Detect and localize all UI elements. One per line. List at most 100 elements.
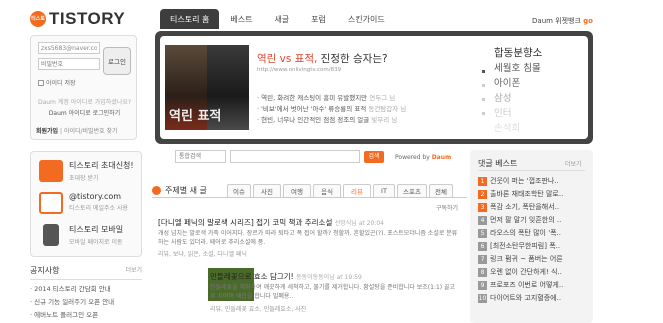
tab-divider: [152, 197, 467, 198]
ranking-item[interactable]: 10 다이어트와 고지혈증에..: [478, 293, 561, 303]
notice-item[interactable]: 신규 기능 일러주기 오픈 안내: [30, 296, 142, 306]
promo-sub: 모바일 페이지로 이동: [69, 239, 123, 246]
ranking-item[interactable]: 4 먼저 팔 말기 잊흔한의 ..: [478, 215, 561, 225]
promo-title: 티스토리 초대신청!: [69, 161, 134, 170]
comment-best-box: 댓글 베스트 더보기 1 건웃이 퍼는 '껍조판나.. 2 출바론 재태조학탄 말로…: [470, 150, 593, 323]
keyword-item[interactable]: 손석희: [494, 121, 580, 136]
article-tags[interactable]: 리뷰, 보냐, 읽은, 소설, 다니엘 페닉: [158, 250, 458, 259]
poster-text: 역린 표적: [169, 109, 222, 124]
id-input[interactable]: [38, 42, 100, 54]
login-box: 로그인 아이디 저장 Daum 계정 아이디로 가입하셨나요? Daum 아이디…: [30, 35, 137, 140]
topic-tab[interactable]: 사진: [253, 184, 281, 197]
feature-item[interactable]: 역린, 화려한 캐스팅이 흥미 유발했지만 연두그 님: [257, 93, 406, 104]
mail-link[interactable]: @tistory.com 티스토리 메일주소 사용: [39, 192, 128, 214]
topic-tab[interactable]: 음식: [313, 184, 341, 197]
remember-id-checkbox[interactable]: 아이디 저장: [38, 78, 76, 87]
daum-login-link[interactable]: Daum 아이디로 로그인하기: [35, 108, 134, 117]
promo-title: @tistory.com: [69, 192, 122, 201]
notice-more-link[interactable]: 더보기: [125, 265, 142, 276]
section-title: 주제별 새 글: [165, 186, 207, 195]
ranking-item[interactable]: 5 라오스의 폭탄 많이 '폭..: [478, 228, 561, 238]
ranking-item[interactable]: 6 [최전소탄무한피림] 폭..: [478, 241, 560, 251]
search-scope-select[interactable]: 통합검색: [175, 150, 226, 163]
tab-skin-guide[interactable]: 스킨가이드: [337, 9, 396, 29]
topic-tab[interactable]: 여행: [283, 184, 311, 197]
tistory-logo[interactable]: 티스토리 TISTORY: [30, 9, 126, 38]
top-nav: 티스토리 홈 베스트 새글 포럼 스킨가이드: [160, 9, 396, 29]
search-input[interactable]: [230, 150, 360, 163]
notice-box: 공지사항 더보기 2014 티스토리 간담회 안내 신규 기능 일러주기 오픈 안…: [30, 265, 142, 319]
checkbox-icon: [38, 79, 44, 86]
ranking-item[interactable]: 9 프로포즈 이번로 어떻게..: [478, 280, 563, 290]
topic-tab-active[interactable]: 리뷰: [343, 184, 371, 197]
feature-item[interactable]: 현빈, 너무나 인간적인 점점 정조의 얼굴 빛무리 님: [257, 115, 406, 126]
feature-item[interactable]: '비보'에서 벗어난 '아수' 류승룡의 표적 동건탐갑자 님: [257, 104, 406, 115]
daum-question: Daum 계정 아이디로 가입하셨나요?: [37, 99, 132, 106]
article-desc: 민들레꽃을 채취하여 깨끗하게 세척하고, 물기를 제거합니다. 황설탕을 준비…: [210, 284, 456, 300]
password-input[interactable]: [38, 58, 100, 70]
invite-link[interactable]: 티스토리 초대신청! 초대장 받기: [39, 160, 134, 182]
feature-url[interactable]: http://www.onlivingtv.com/839: [257, 67, 341, 73]
keyword-item[interactable]: 삼성: [494, 91, 580, 106]
tab-new[interactable]: 새글: [263, 9, 300, 29]
section-header: 주제별 새 글: [152, 185, 207, 196]
feature-list: 역린, 화려한 캐스팅이 흥미 유발했지만 연두그 님 '비보'에서 벗어난 '…: [257, 93, 406, 126]
feature-title[interactable]: 역린 vs 표적, 진정한 승자는?: [257, 51, 388, 66]
notice-title: 공지사항: [30, 266, 60, 275]
article-title[interactable]: 민들레꽃으로 효소 담그기! 동동이동동이님 at 19:59: [210, 271, 362, 282]
keyword-item[interactable]: 아이폰: [494, 76, 580, 91]
promo-sub: 초대장 받기: [69, 175, 99, 182]
tab-forum[interactable]: 포럼: [300, 9, 337, 29]
promo-box: 티스토리 초대신청! 초대장 받기 @tistory.com 티스토리 메일주소 사…: [30, 151, 142, 257]
search-button[interactable]: 검색: [364, 150, 384, 163]
promo-title: 티스토리 모바일: [69, 225, 124, 234]
daum-widget-label: Daum 위젯뱅크: [532, 17, 581, 25]
feature-inner: 역린 표적 역린 vs 표적, 진정한 승자는? http://www.onli…: [160, 36, 588, 139]
movie-poster-image[interactable]: 역린 표적: [165, 45, 249, 130]
signup-link[interactable]: 회원가입: [36, 128, 58, 135]
ranking-item[interactable]: 1 건웃이 퍼는 '껍조판나..: [478, 176, 559, 186]
notice-item[interactable]: 2014 티스토리 간담회 안내: [30, 283, 142, 293]
ranking-item[interactable]: 7 링크 펌귀 ~ 폼버는 어른: [478, 254, 563, 264]
section-icon: [152, 186, 161, 195]
article-tags[interactable]: 리뷰, 민들레꽃 효소, 민들레효소, 사진: [210, 305, 460, 314]
topic-tab[interactable]: 이슈: [227, 184, 251, 197]
article-title[interactable]: [다니엘 페닉의 말로색 시리즈] 접기 코믹 책과 추리소설 선망식님 at …: [158, 217, 384, 228]
tab-home[interactable]: 티스토리 홈: [160, 9, 220, 29]
keyword-item[interactable]: 합동분향소: [494, 46, 580, 61]
ranking-more-link[interactable]: 더보기: [565, 159, 582, 168]
keyword-item[interactable]: 인터: [494, 106, 580, 121]
logo-wordmark: TISTORY: [49, 9, 126, 28]
tab-best[interactable]: 베스트: [219, 9, 263, 29]
feature-panel: 역린 표적 역린 vs 표적, 진정한 승자는? http://www.onli…: [155, 31, 593, 144]
topic-tab[interactable]: IT: [373, 184, 395, 197]
ranking-item[interactable]: 2 출바론 재태조학탄 말로..: [478, 189, 563, 199]
go-label: go: [583, 17, 593, 25]
carousel-indicator: [482, 70, 485, 126]
find-account-link[interactable]: 아이디/비밀번호 찾기: [64, 128, 118, 135]
keyword-item[interactable]: 세월호 침몰: [494, 61, 580, 76]
article-desc: 개성 넘치는 말로색 가죽 이어지다. 장르가 따라 퇴타고 폭 접어 할까? …: [158, 230, 458, 246]
daum-widget-link[interactable]: Daum 위젯뱅크 go: [532, 16, 593, 26]
powered-by: Powered by Daum: [395, 154, 452, 161]
topic-tab[interactable]: 전체: [429, 184, 453, 197]
ranking-title: 댓글 베스트: [478, 159, 518, 168]
mailbox-icon: [39, 160, 63, 182]
feature-title-rest: 진정한 승자는?: [317, 53, 388, 65]
mail-icon: [39, 192, 63, 214]
keyword-list: 합동분향소 세월호 침몰 아이폰 삼성 인터 손석희: [494, 46, 580, 136]
topic-tabs: 이슈 사진 여행 음식 리뷰 IT 스포츠 전체: [227, 184, 455, 197]
ranking-item[interactable]: 3 폭감 소기, 폭탄을해서..: [478, 202, 559, 212]
feature-title-highlight: 역린 vs 표적,: [257, 53, 318, 65]
subscribe-link[interactable]: 구독하기: [436, 203, 458, 212]
logo-badge: 티스토리: [30, 11, 46, 38]
phone-icon: [43, 224, 59, 246]
mobile-link[interactable]: 티스토리 모바일모바일 페이지로 이동: [39, 224, 123, 246]
promo-sub: 티스토리 메일주소 사용: [69, 205, 129, 212]
login-button[interactable]: 로그인: [103, 47, 131, 75]
ranking-item[interactable]: 8 오렌 없이 간단하게! 식..: [478, 267, 562, 277]
notice-item[interactable]: 에버노트 플러그인 오픈: [30, 309, 142, 319]
topic-tab[interactable]: 스포츠: [397, 184, 427, 197]
login-footer: 회원가입 | 아이디/비밀번호 찾기: [36, 128, 118, 135]
remember-id-label: 아이디 저장: [46, 80, 76, 87]
